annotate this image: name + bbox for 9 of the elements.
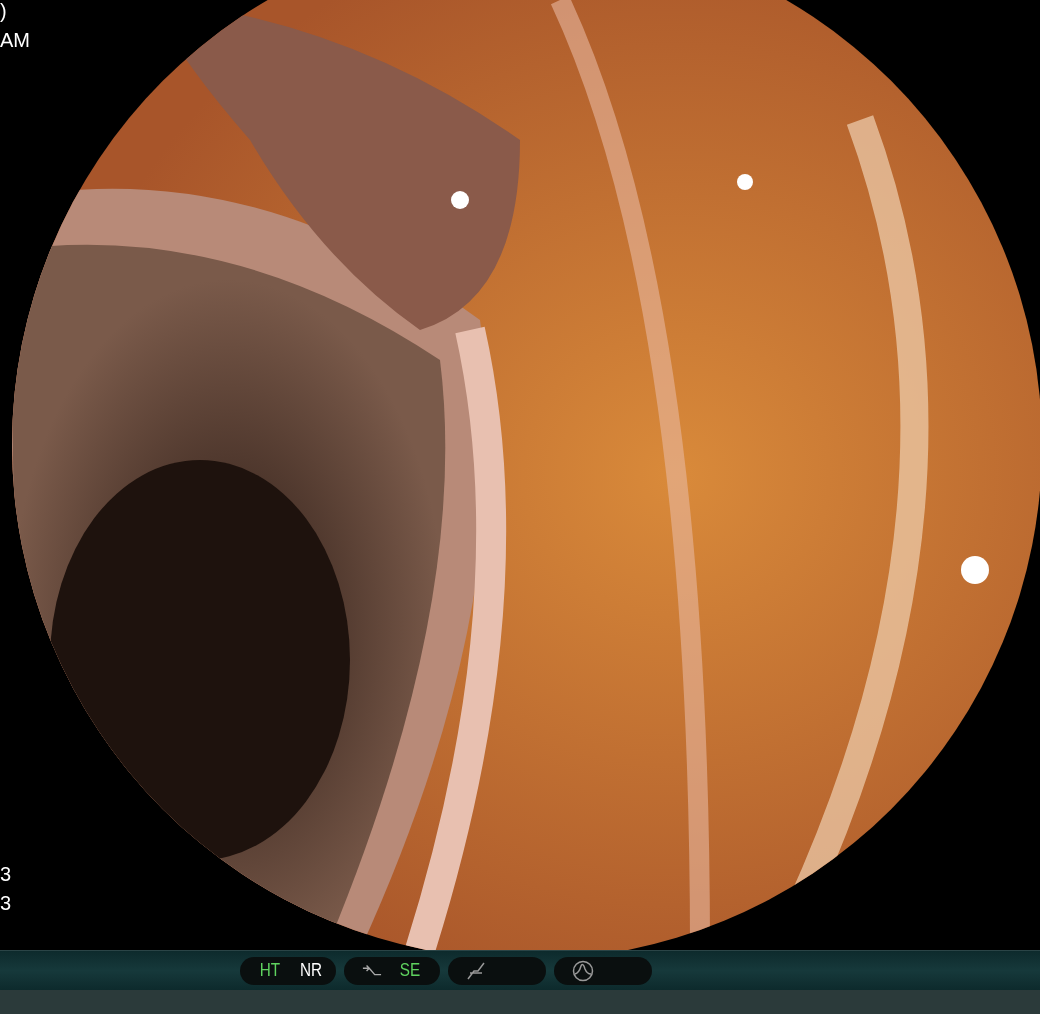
overlay-text: AM xyxy=(0,30,30,50)
status-label: NR xyxy=(299,959,323,982)
status-label: HT xyxy=(259,959,281,982)
overlay-text: 3 xyxy=(0,864,12,884)
status-label: SE xyxy=(399,959,421,982)
curve-icon xyxy=(466,960,486,981)
overlay-text: ) xyxy=(0,1,8,21)
overlay-text: 3 xyxy=(0,893,12,913)
waveform-icon xyxy=(572,959,594,982)
